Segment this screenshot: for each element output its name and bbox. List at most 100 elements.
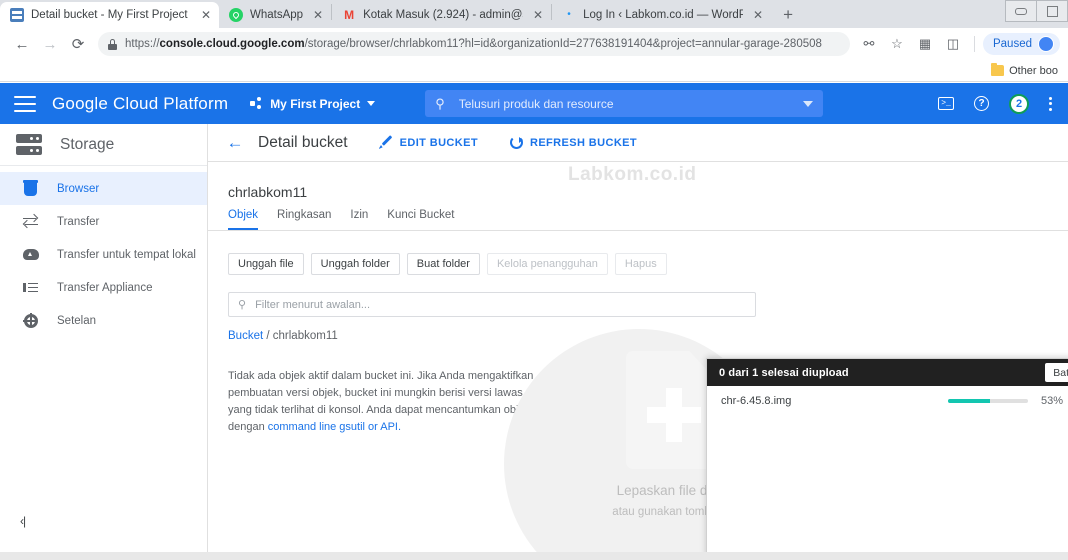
maximize-icon[interactable] (1036, 0, 1068, 22)
upload-percent: 53% (1040, 395, 1063, 407)
object-action-buttons: Unggah file Unggah folder Buat folder Ke… (208, 231, 1068, 275)
key-icon[interactable]: ⚯ (856, 31, 882, 57)
sidebar-item-browser[interactable]: Browser (0, 172, 207, 205)
storage-icon (16, 133, 42, 156)
project-selector[interactable]: My First Project (250, 96, 376, 111)
refresh-icon (509, 136, 523, 149)
back-arrow-icon[interactable]: ← (222, 130, 248, 156)
cloud-upload-icon (22, 249, 39, 260)
gcp-brand[interactable]: Google Cloud Platform (52, 94, 228, 114)
search-icon: ⚲ (435, 95, 445, 111)
sidebar-title: Storage (60, 135, 115, 153)
lock-icon (108, 38, 117, 50)
back-icon[interactable]: ← (8, 30, 36, 58)
tab-close-icon[interactable]: ✕ (311, 8, 325, 22)
chevron-down-icon[interactable] (803, 100, 814, 107)
kebab-menu-icon[interactable] (1049, 96, 1052, 111)
browser-tab-2[interactable]: WhatsApp ✕ (219, 2, 331, 28)
bucket-icon (22, 179, 39, 196)
search-input[interactable]: ⚲ Telusuri produk dan resource (425, 90, 824, 117)
breadcrumb-root[interactable]: Bucket (228, 330, 263, 342)
search-icon: ⚲ (238, 299, 247, 311)
manage-holds-button: Kelola penangguhan (486, 253, 608, 275)
folder-icon (991, 63, 1005, 76)
hamburger-icon[interactable] (14, 95, 36, 112)
gcp-app-header: Google Cloud Platform My First Project ⚲… (0, 83, 1068, 124)
progress-bar (947, 399, 1028, 403)
gear-icon (22, 313, 39, 328)
window-bottom-strip (0, 552, 1068, 560)
minimize-icon[interactable] (1005, 0, 1037, 22)
upload-file-button[interactable]: Unggah file (228, 253, 304, 275)
sidebar-item-transfer-appliance[interactable]: Transfer Appliance (0, 271, 207, 304)
refresh-bucket-button[interactable]: REFRESH BUCKET (509, 136, 638, 149)
extension-box-icon[interactable]: ◫ (940, 31, 966, 57)
cancel-upload-button[interactable]: Bat (1045, 363, 1068, 382)
avatar (1038, 36, 1054, 52)
tab-title: Detail bucket - My First Project - (31, 9, 191, 21)
project-icon (250, 97, 263, 110)
tab-title: Log In ‹ Labkom.co.id — WordPr (583, 9, 744, 21)
sidebar-item-transfer[interactable]: Transfer (0, 205, 207, 238)
tab-close-icon[interactable]: ✕ (751, 8, 765, 22)
project-name: My First Project (270, 96, 361, 111)
gmail-icon: M (344, 8, 355, 22)
filter-input[interactable]: ⚲ Filter menurut awalan... (228, 292, 756, 317)
browser-tab-1[interactable]: Detail bucket - My First Project - ✕ (0, 2, 219, 28)
sidebar-item-label: Setelan (57, 314, 97, 327)
sidebar-collapse-button[interactable]: ‹| (0, 508, 208, 534)
tab-objek[interactable]: Objek (228, 209, 268, 230)
refresh-bucket-label: REFRESH BUCKET (529, 136, 638, 149)
sidebar-header: Storage (0, 124, 207, 166)
transfer-icon (22, 216, 39, 228)
extension-image-icon[interactable]: ▦ (912, 31, 938, 57)
address-bar[interactable]: https://console.cloud.google.com/storage… (98, 32, 850, 56)
browser-toolbar: ← → ⟳ https://console.cloud.google.com/s… (0, 28, 1068, 60)
bookmark-other-bookmarks[interactable]: Other boo (985, 63, 1064, 79)
tab-izin[interactable]: Izin (350, 209, 378, 230)
help-icon[interactable]: ? (974, 96, 989, 111)
breadcrumb-separator: / (266, 330, 270, 342)
gsutil-api-link[interactable]: command line gsutil or API. (268, 421, 401, 433)
cloud-shell-glyph: >_ (938, 97, 954, 110)
sidebar-item-label: Transfer (57, 215, 100, 228)
new-tab-button[interactable]: + (775, 2, 801, 28)
upload-folder-button[interactable]: Unggah folder (310, 253, 400, 275)
bookmark-label: Other boo (1009, 64, 1058, 77)
bookmarks-bar: Other boo (0, 60, 1068, 82)
forward-icon[interactable]: → (36, 30, 64, 58)
cloud-shell-icon[interactable]: >_ (938, 97, 954, 110)
browser-tab-4[interactable]: • Log In ‹ Labkom.co.id — WordPr ✕ (552, 2, 771, 28)
browser-tab-3[interactable]: M Kotak Masuk (2.924) - admin@st ✕ (332, 2, 551, 28)
toolbar-icon-group: ⚯ ☆ ▦ ◫ Paused (856, 31, 1060, 57)
window-controls (1005, 0, 1068, 24)
notification-badge[interactable]: 2 (1009, 93, 1029, 114)
edit-bucket-label: EDIT BUCKET (399, 136, 478, 149)
tab-kunci-bucket[interactable]: Kunci Bucket (387, 209, 464, 230)
sidebar-item-label: Transfer untuk tempat lokal (57, 248, 196, 261)
url-scheme: https:// (125, 38, 160, 50)
profile-paused-chip[interactable]: Paused (982, 33, 1060, 55)
create-folder-button[interactable]: Buat folder (406, 253, 480, 275)
sidebar-item-label: Transfer Appliance (57, 281, 153, 294)
whatsapp-icon (229, 8, 243, 22)
page-header: ← Detail bucket EDIT BUCKET REFRESH BUCK… (208, 124, 1068, 162)
gcp-icon (10, 8, 24, 22)
tab-close-icon[interactable]: ✕ (531, 8, 545, 22)
url-host: console.cloud.google.com (159, 38, 305, 50)
upload-file-row: chr-6.45.8.img 53% (707, 386, 1068, 407)
sidebar-item-settings[interactable]: Setelan (0, 304, 207, 337)
sidebar-item-transfer-local[interactable]: Transfer untuk tempat lokal (0, 238, 207, 271)
tab-ringkasan[interactable]: Ringkasan (277, 209, 341, 230)
upload-progress-panel: 0 dari 1 selesai diupload Bat chr-6.45.8… (706, 358, 1068, 558)
upload-file-name: chr-6.45.8.img (721, 395, 792, 407)
sidebar-list: Browser Transfer Transfer untuk tempat l… (0, 166, 207, 337)
tab-close-icon[interactable]: ✕ (199, 8, 213, 22)
edit-bucket-button[interactable]: EDIT BUCKET (380, 136, 478, 149)
chevron-down-icon (367, 101, 376, 106)
reload-icon[interactable]: ⟳ (64, 30, 92, 58)
star-icon[interactable]: ☆ (884, 31, 910, 57)
upload-panel-header: 0 dari 1 selesai diupload Bat (707, 359, 1068, 386)
watermark: Labkom.co.id (568, 164, 697, 185)
browser-window: Detail bucket - My First Project - ✕ Wha… (0, 0, 1068, 560)
